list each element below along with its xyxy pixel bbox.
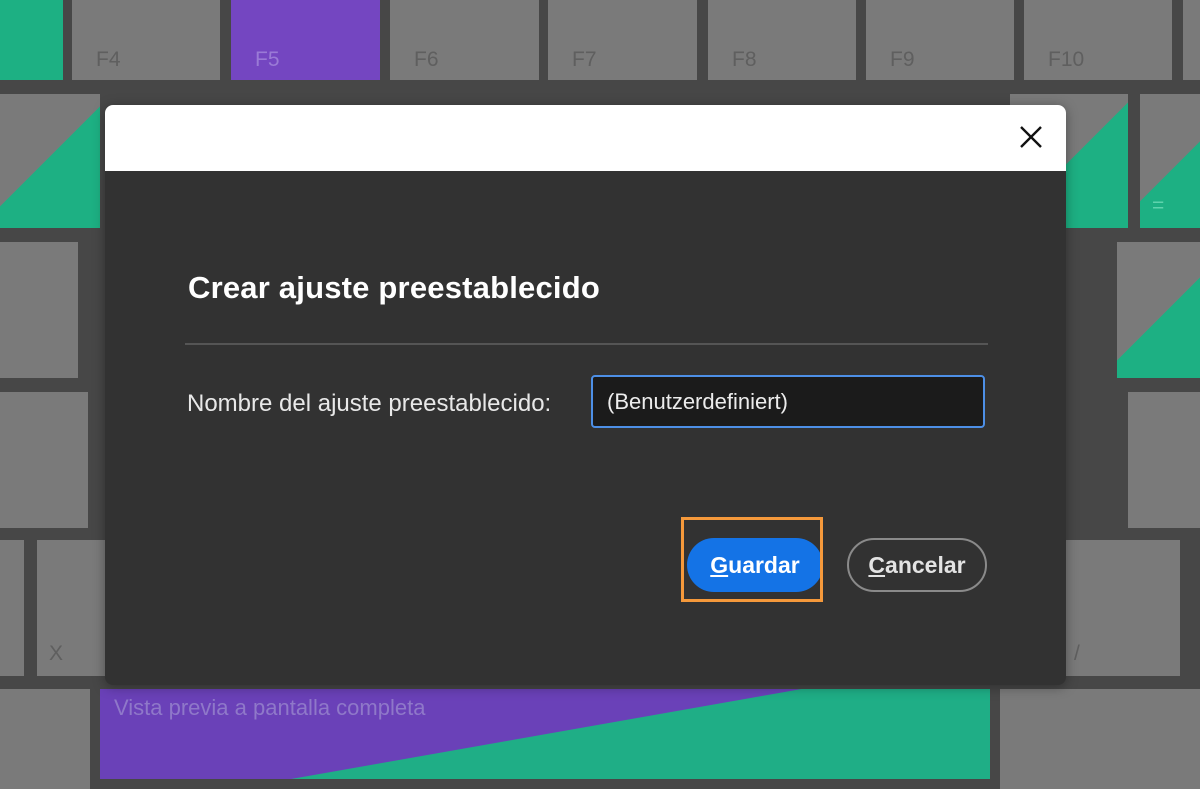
dialog-titlebar — [105, 105, 1066, 171]
preset-name-label: Nombre del ajuste preestablecido: — [187, 390, 552, 417]
divider — [185, 343, 988, 345]
create-preset-dialog: Crear ajuste preestablecido Nombre del a… — [105, 105, 1066, 685]
key-label: = — [1152, 194, 1165, 217]
key-f7: F7 — [548, 0, 697, 80]
key-quote — [1128, 392, 1200, 528]
key-shift — [0, 540, 24, 676]
save-button[interactable]: Guardar — [687, 538, 823, 592]
key-right — [1000, 689, 1200, 789]
dialog-title: Crear ajuste preestablecido — [188, 270, 601, 305]
key-caps — [0, 392, 88, 528]
key-f9: F9 — [866, 0, 1014, 80]
key-label: F7 — [572, 48, 597, 71]
key-3 — [0, 94, 100, 228]
key-f5: F5 — [231, 0, 380, 80]
key-fullscreen-preview: Vista previa a pantalla completa — [100, 689, 990, 779]
key-f6: F6 — [390, 0, 539, 80]
close-icon[interactable] — [1014, 120, 1048, 154]
key-label: F4 — [96, 48, 121, 71]
key-f3 — [0, 0, 63, 80]
key-tab — [0, 242, 78, 378]
preset-name-input[interactable] — [591, 375, 985, 428]
key-f11 — [1183, 0, 1200, 80]
key-f4: F4 — [72, 0, 220, 80]
key-equals: = — [1140, 94, 1200, 228]
key-label: F5 — [255, 48, 280, 71]
key-label: X — [49, 642, 64, 665]
key-ctrl — [0, 689, 90, 789]
key-slash: / — [1060, 540, 1180, 676]
key-label: Vista previa a pantalla completa — [114, 695, 426, 720]
key-label: F6 — [414, 48, 439, 71]
key-label: F10 — [1048, 48, 1085, 71]
cancel-button[interactable]: Cancelar — [847, 538, 987, 592]
key-label: F9 — [890, 48, 915, 71]
key-label: / — [1074, 642, 1080, 665]
key-bracket — [1117, 242, 1200, 378]
save-label: uardar — [728, 551, 800, 578]
save-mnemonic: G — [710, 551, 729, 578]
key-f10: F10 — [1024, 0, 1172, 80]
cancel-mnemonic: C — [868, 551, 886, 578]
key-f8: F8 — [708, 0, 856, 80]
key-label: F8 — [732, 48, 757, 71]
cancel-label: ancelar — [885, 551, 966, 578]
